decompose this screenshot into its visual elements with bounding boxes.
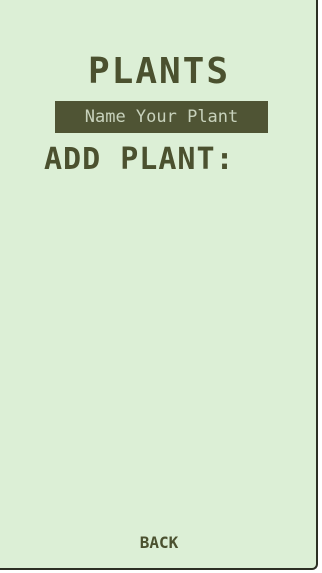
add-plant-label: ADD PLANT: <box>44 142 235 177</box>
plant-name-input[interactable] <box>55 101 268 133</box>
back-button[interactable]: BACK <box>122 530 196 554</box>
page-title: PLANTS <box>87 51 231 92</box>
app-screen: PLANTS ADD PLANT: BACK <box>0 0 318 570</box>
